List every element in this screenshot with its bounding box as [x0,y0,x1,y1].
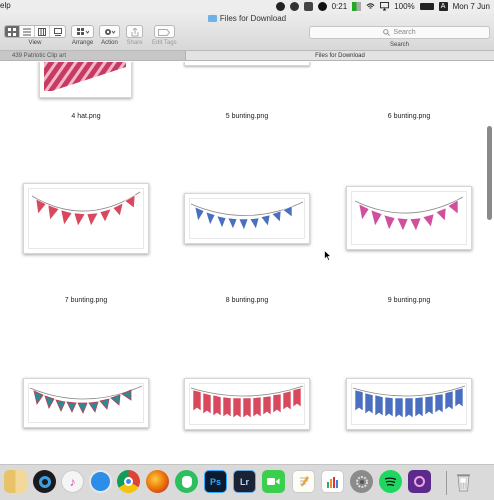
activity-monitor-icon[interactable] [321,470,344,493]
gallery-view-button[interactable] [50,26,65,37]
bunting-11-thumbnail[interactable] [184,378,310,430]
folder-icon [207,15,217,22]
clock[interactable]: Mon 7 Jun [453,2,490,11]
edit-tags-group: Edit Tags [152,25,177,46]
file-name-9[interactable]: 9 bunting.png [349,297,469,304]
bunting-9-thumbnail[interactable] [346,186,472,250]
dock: ♪ Ps Lr [0,464,494,500]
safari-icon[interactable] [89,470,112,493]
quicktime-icon[interactable] [33,470,56,493]
bunting-5-thumbnail[interactable] [184,62,310,66]
screen-recorder-icon[interactable] [408,470,431,493]
tab-files-for-download[interactable]: Files for Download [186,51,494,60]
arrange-group: Arrange [71,25,94,46]
file-name-6[interactable]: 6 bunting.png [349,113,469,120]
lightroom-icon[interactable]: Lr [233,470,256,493]
tab-bar: 439 Patriotic Clip art Files for Downloa… [0,51,494,61]
dock-separator [446,471,447,495]
action-group: Action [99,25,120,46]
teal-bunting-image [29,385,143,414]
battery-percent: 100% [394,2,415,11]
gear-icon[interactable] [100,26,119,37]
hat-image [44,62,126,91]
file-name-4[interactable]: 4 hat.png [26,113,146,120]
battery-icon[interactable] [419,3,434,10]
facetime-icon[interactable] [262,470,285,493]
edit-tags-label: Edit Tags [152,40,177,46]
evernote-icon[interactable] [175,470,198,493]
itunes-icon[interactable]: ♪ [61,470,84,493]
record-icon[interactable] [275,2,285,11]
bunting-10-thumbnail[interactable] [23,378,149,428]
vertical-scrollbar[interactable] [487,126,492,220]
list-view-button[interactable] [20,26,35,37]
pink-bunting-image [354,196,464,232]
window-title: Files for Download [0,14,494,23]
wifi-icon[interactable] [366,2,375,11]
red-bunting-image [31,191,141,227]
mouse-pointer-icon [324,250,332,261]
finder-icon[interactable] [4,470,27,493]
search-placeholder: Search [393,29,416,36]
tag-icon[interactable] [155,26,174,37]
input-source-icon[interactable]: A [438,2,448,11]
blue-bunting-image [190,201,304,231]
view-label: View [28,40,42,46]
chrome-icon[interactable] [117,470,140,493]
bunting-7-thumbnail[interactable] [23,183,149,254]
activity-icon[interactable] [352,2,362,11]
status-area: 0:21 100% A Mon 7 Jun [275,0,490,13]
view-group: View [4,25,66,46]
icon-view-button[interactable] [5,26,20,37]
file-name-5[interactable]: 5 bunting.png [187,113,307,120]
action-label: Action [101,40,118,46]
bunting-8-thumbnail[interactable] [184,193,310,244]
help-menu[interactable]: elp [0,1,11,10]
textedit-icon[interactable] [292,470,315,493]
arrange-button[interactable] [72,26,93,37]
file-name-8[interactable]: 8 bunting.png [187,297,307,304]
system-preferences-icon[interactable] [350,470,373,493]
blue-flag-bunting-image [352,385,466,419]
share-icon[interactable] [127,26,142,37]
arrange-label: Arrange [71,40,94,46]
finder-toolbar: Files for Download View Arrange Action S… [0,13,494,51]
timer-icon[interactable] [317,2,327,11]
share-group: Share [126,25,143,46]
search-field[interactable]: Search [309,26,490,39]
evernote-menu-icon[interactable] [303,2,313,11]
column-view-button[interactable] [35,26,50,37]
search-label: Search [389,42,409,48]
share-label: Share [126,40,143,46]
menu-bar: elp 0:21 100% A Mon 7 Jun [0,0,494,13]
bunting-12-thumbnail[interactable] [346,378,472,430]
hat-thumbnail[interactable] [39,62,132,98]
file-name-7[interactable]: 7 bunting.png [26,297,146,304]
firefox-icon[interactable] [146,470,169,493]
timer-text: 0:21 [331,2,348,11]
spotify-icon[interactable] [379,470,402,493]
trash-icon[interactable] [452,470,475,493]
search-icon [383,29,391,36]
tab-patriotic-clip-art[interactable]: 439 Patriotic Clip art [0,51,186,60]
red-flag-bunting-image [190,385,304,419]
airplay-icon[interactable] [380,2,390,11]
photoshop-icon[interactable]: Ps [204,470,227,493]
rocket-icon[interactable] [289,2,299,11]
file-grid: 4 hat.png 5 bunting.png 6 bunting.png 7 … [0,62,494,464]
